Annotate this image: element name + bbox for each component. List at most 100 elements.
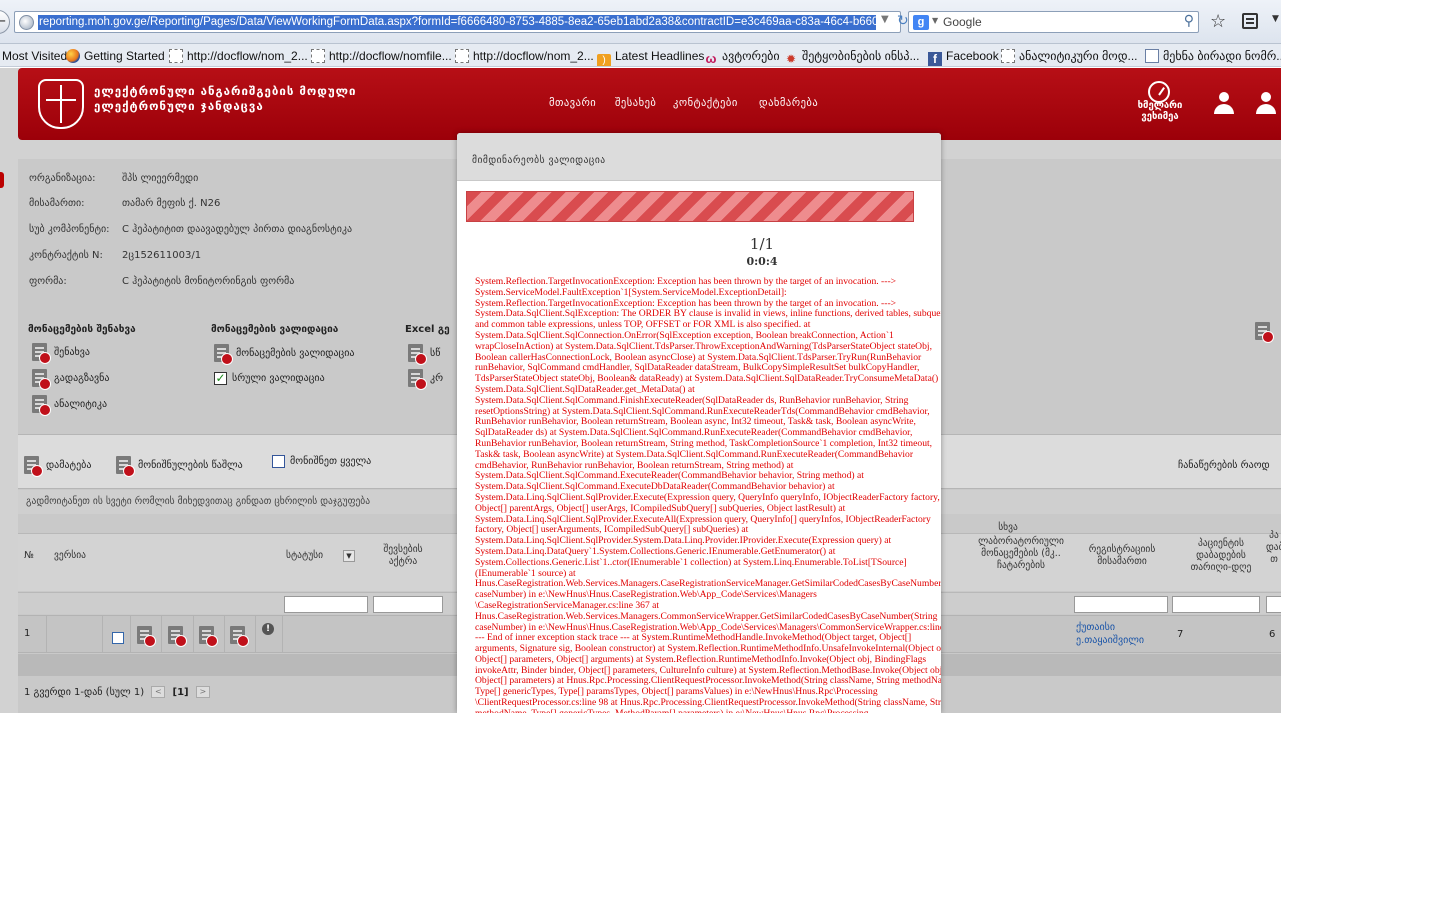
col-header-status[interactable]: სტატუსი xyxy=(286,550,323,562)
user-settings-icon[interactable] xyxy=(1254,92,1278,116)
info-icon[interactable]: ! xyxy=(262,623,274,635)
search-engine-arrow-icon[interactable]: ▼ xyxy=(932,16,938,25)
menu-help[interactable]: დახმარება xyxy=(759,97,818,109)
pager-prev-button[interactable]: < xyxy=(151,686,166,698)
coat-of-arms-logo-icon[interactable] xyxy=(38,79,84,129)
bookmark-docflow-2[interactable]: http://docflow/nomfile... xyxy=(311,48,452,64)
search-input[interactable]: Google xyxy=(943,15,982,29)
progress-counter: 1/1 xyxy=(749,235,775,253)
validate-data-button[interactable]: მონაცემების ვალიდაცია xyxy=(214,343,355,365)
col-header-sub[interactable]: სხვა xyxy=(993,522,1023,534)
excel-action-2[interactable]: კრ xyxy=(408,368,443,390)
col-header-version[interactable]: ვერსია xyxy=(54,550,86,562)
col-header-num[interactable]: № xyxy=(24,550,34,562)
user-icon[interactable] xyxy=(1212,92,1236,116)
star-icon: ✹ xyxy=(785,52,797,66)
url-text[interactable]: reporting.moh.gov.ge/Reporting/Pages/Dat… xyxy=(38,15,876,30)
row-address-line2[interactable]: ე.თაყაიშვილი xyxy=(1076,635,1144,646)
error-line: Task& task, Boolean asyncWrite) at Syste… xyxy=(475,448,914,460)
col-header-lab-stage[interactable]: ლაბორატორიული მონაცემების (მკ.. ჩატარები… xyxy=(976,536,1066,572)
bookmark-label: Getting Started xyxy=(84,49,165,63)
info-label: მისამართი: xyxy=(29,198,85,209)
bookmarks-menu-icon[interactable] xyxy=(1242,13,1258,29)
overflow-arrow-icon[interactable]: ▼ xyxy=(1272,14,1279,24)
info-label: ორგანიზაცია: xyxy=(29,173,96,184)
send-button[interactable]: გადაგზავნა xyxy=(32,368,109,390)
validate-doc-icon xyxy=(214,344,233,365)
row-last-value: 6 xyxy=(1269,629,1276,640)
back-arrow-icon: ← xyxy=(0,14,6,29)
gauge-label[interactable]: ხმელარი ვეხიმეა xyxy=(1125,100,1195,122)
column-divider xyxy=(102,616,103,652)
analytics-button[interactable]: ანალიტიკა xyxy=(32,394,107,416)
menu-contacts[interactable]: კონტაქტები xyxy=(673,97,738,109)
excel-action-1[interactable]: სწ xyxy=(408,343,440,365)
bookmark-label: http://docflow/nomfile... xyxy=(329,49,452,63)
bookmark-label: შეტყობინების ინსპ... xyxy=(802,49,920,63)
info-value: თამარ მეფის ქ. N26 xyxy=(122,198,221,209)
checkbox-checked-icon: ✓ xyxy=(214,370,227,385)
bookmark-docflow-1[interactable]: http://docflow/nom_2... xyxy=(169,48,308,64)
filter-input-status[interactable] xyxy=(284,596,368,613)
save-button[interactable]: შენახვა xyxy=(32,342,90,364)
browser-viewport: ← reporting.moh.gov.ge/Reporting/Pages/D… xyxy=(0,0,1281,713)
analytics-label: ანალიტიკა xyxy=(54,399,108,410)
col-header-last[interactable]: პა დაბ თ xyxy=(1266,530,1281,566)
filter-input-last[interactable] xyxy=(1266,596,1281,613)
google-icon[interactable]: g xyxy=(913,15,929,30)
bookmark-personal-number[interactable]: მეხნა ბირადი ნომრ... xyxy=(1145,48,1281,64)
bookmark-most-visited[interactable]: Most Visited xyxy=(2,48,67,64)
elapsed-timer: 0:0:4 xyxy=(746,255,778,268)
error-line: Hnus.CaseRegistration.Web.Services.Manag… xyxy=(475,610,938,622)
bookmark-label: Latest Headlines xyxy=(615,49,705,63)
add-label: დამატება xyxy=(46,460,92,471)
bookmark-authors[interactable]: ω ავტორები xyxy=(704,48,780,66)
sidebar-toggle-tab[interactable] xyxy=(0,172,4,188)
add-button[interactable]: დამატება xyxy=(24,455,91,477)
filter-input-reg-address[interactable] xyxy=(1074,596,1168,613)
bookmark-star-icon[interactable]: ☆ xyxy=(1210,11,1226,33)
bookmark-analytics[interactable]: ანალიტიკური მოდ... xyxy=(1001,48,1138,64)
view-row-button[interactable] xyxy=(199,624,218,647)
url-bar[interactable]: reporting.moh.gov.ge/Reporting/Pages/Dat… xyxy=(14,11,909,33)
select-all-checkbox[interactable]: მონიშნეთ ყველა xyxy=(272,451,371,473)
back-button[interactable]: ← xyxy=(0,10,10,34)
column-divider xyxy=(193,616,194,652)
bookmark-getting-started[interactable]: Getting Started xyxy=(66,48,165,64)
delete-selected-label: მონიშნულების წაშლა xyxy=(138,460,243,471)
row-patient-date-day: 7 xyxy=(1177,629,1184,640)
delete-row-button[interactable] xyxy=(168,624,187,647)
bookmark-latest-headlines[interactable]: Latest Headlines xyxy=(597,48,705,66)
filter-input-patient-date[interactable] xyxy=(1172,596,1260,613)
bookmark-notifications[interactable]: ✹ შეტყობინების ინსპ... xyxy=(784,48,920,66)
reload-icon[interactable]: ↻ xyxy=(897,13,909,29)
menu-about[interactable]: შესახებ xyxy=(615,97,656,109)
bookmark-docflow-3[interactable]: http://docflow/nom_2... xyxy=(455,48,594,64)
col-header-reg-address[interactable]: რეგისტრაციის მისამართი xyxy=(1074,544,1170,568)
pager-current-page[interactable]: [1] xyxy=(173,687,189,698)
delete-doc-icon xyxy=(116,456,135,477)
m-icon: ω xyxy=(705,51,717,66)
delete-selected-button[interactable]: მონიშნულების წაშლა xyxy=(116,455,243,477)
pager: 1 გვერდი 1-დან (სულ 1) < [1] > xyxy=(24,686,214,698)
select-all-label: მონიშნეთ ყველა xyxy=(290,456,372,467)
row-address-line1[interactable]: ქუთაისი xyxy=(1076,622,1115,633)
status-filter-dropdown-icon[interactable]: ▼ xyxy=(343,550,355,562)
error-line: System.ServiceModel.FaultException`1[Sys… xyxy=(475,286,787,298)
filter-input-entry-act[interactable] xyxy=(373,596,443,613)
url-history-arrow-icon[interactable]: ▼ xyxy=(881,14,889,25)
edit-row-button[interactable] xyxy=(137,624,156,647)
menu-home[interactable]: მთავარი xyxy=(549,97,596,109)
col-header-patient-reg-date[interactable]: პაციენტის დაბადების თარიღი-დღე xyxy=(1178,538,1264,574)
col-header-entry-act[interactable]: შევსების აქტრა xyxy=(368,544,438,568)
search-bar[interactable]: g ▼ Google ⚲ xyxy=(908,11,1199,33)
pager-next-button[interactable]: > xyxy=(195,686,210,698)
bookmark-facebook[interactable]: f Facebook xyxy=(928,48,999,66)
excel-action-label: სწ xyxy=(430,348,441,359)
row-select-checkbox[interactable] xyxy=(112,632,124,644)
history-row-button[interactable] xyxy=(230,624,249,647)
full-validation-checkbox[interactable]: ✓ სრული ვალიდაცია xyxy=(214,368,325,390)
add-record-icon-button[interactable] xyxy=(1255,321,1277,343)
column-divider xyxy=(224,616,225,652)
search-magnifier-icon[interactable]: ⚲ xyxy=(1184,13,1194,29)
